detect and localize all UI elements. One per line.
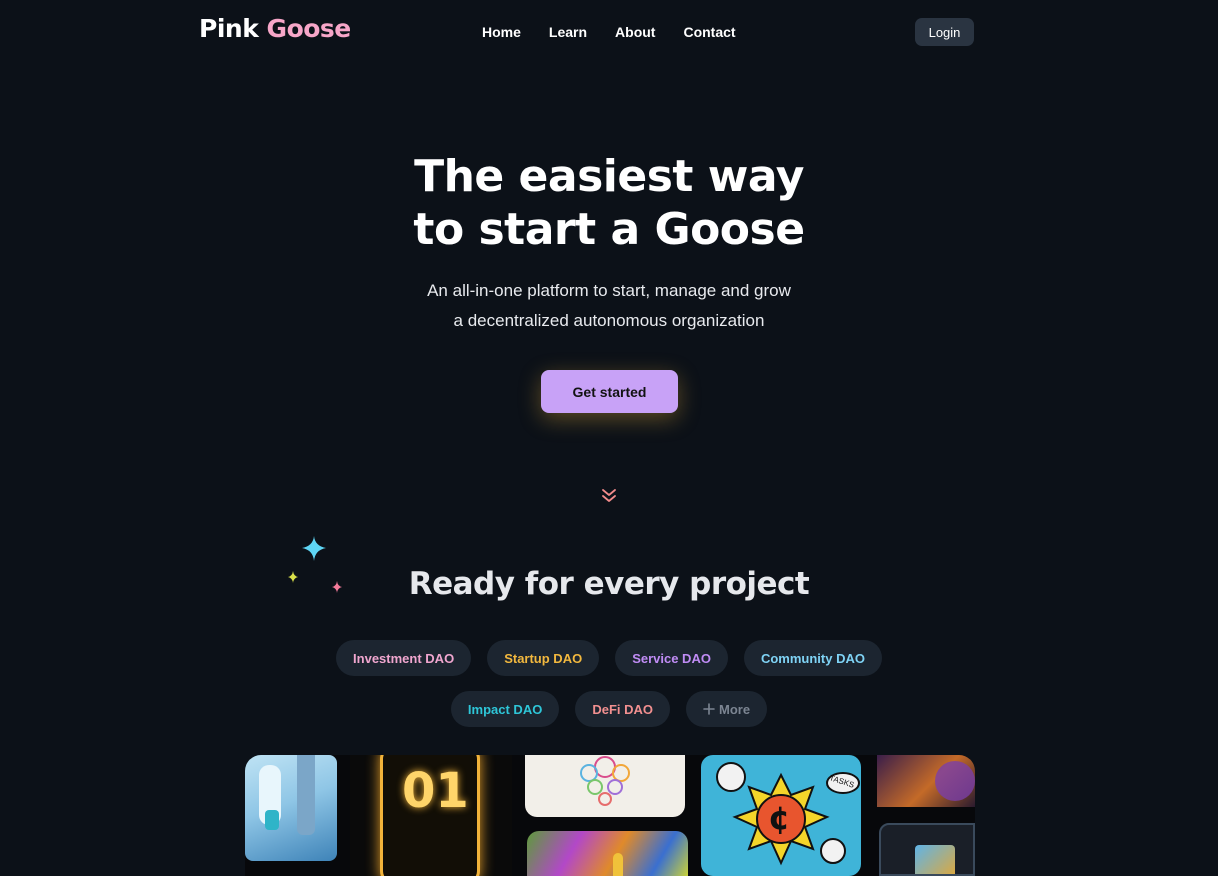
tag-label: Investment DAO (353, 650, 455, 666)
gallery-image-7[interactable] (879, 823, 975, 876)
tag-label: Impact DAO (467, 701, 543, 717)
mandala-icon (580, 756, 630, 806)
tag-defi-dao[interactable]: DeFi DAO (575, 691, 670, 727)
tag-label: Service DAO (632, 650, 711, 666)
double-chevron-down-icon[interactable] (600, 487, 618, 505)
gallery-image-5[interactable]: ¢ TASKS (701, 755, 861, 876)
hero-title: The easiest way to start a Goose (0, 150, 1218, 256)
hero-subtitle-line2: a decentralized autonomous organization (453, 311, 765, 330)
gallery-image-4[interactable] (527, 831, 688, 876)
tag-service-dao[interactable]: Service DAO (615, 640, 728, 676)
get-started-button[interactable]: Get started (541, 370, 678, 413)
login-button[interactable]: Login (915, 18, 974, 46)
project-gallery: 01 ¢ TASKS (245, 755, 975, 876)
tag-startup-dao[interactable]: Startup DAO (487, 640, 600, 676)
logo-part1: Pink (199, 14, 259, 43)
logo[interactable]: Pink Goose (199, 14, 351, 43)
tag-label: Community DAO (760, 650, 865, 666)
hero-subtitle: An all-in-one platform to start, manage … (0, 276, 1218, 336)
nav-link-about[interactable]: About (615, 24, 655, 40)
gallery-image-3[interactable] (525, 755, 685, 817)
tag-impact-dao[interactable]: Impact DAO (450, 691, 560, 727)
hero-title-line1: The easiest way (414, 151, 804, 202)
nav-link-home[interactable]: Home (482, 24, 521, 40)
tag-investment-dao[interactable]: Investment DAO (336, 640, 472, 676)
plus-icon (703, 703, 715, 715)
card-number: 01 (402, 763, 469, 819)
tag-more[interactable]: More (686, 691, 768, 727)
gallery-image-1[interactable] (245, 755, 337, 861)
section-title: Ready for every project (408, 566, 810, 602)
nav-link-contact[interactable]: Contact (683, 24, 735, 40)
hero-subtitle-line1: An all-in-one platform to start, manage … (427, 281, 791, 300)
gallery-image-6[interactable] (877, 755, 975, 807)
tag-community-dao[interactable]: Community DAO (743, 640, 882, 676)
gallery-image-2[interactable]: 01 (350, 755, 512, 876)
top-nav: Pink Goose Home Learn About Contact Logi… (0, 0, 1218, 64)
tag-row-1: Investment DAO Startup DAO Service DAO C… (0, 640, 1218, 676)
hero-title-line2: to start a Goose (413, 204, 805, 255)
coin-symbol: ¢ (768, 799, 791, 837)
logo-part2: Goose (266, 14, 352, 43)
tag-label: Startup DAO (504, 650, 583, 666)
nav-link-learn[interactable]: Learn (549, 24, 587, 40)
tag-label: More (719, 701, 751, 717)
nav-links: Home Learn About Contact (482, 24, 736, 40)
tag-row-2: Impact DAO DeFi DAO More (0, 691, 1218, 727)
tag-label: DeFi DAO (592, 701, 653, 717)
